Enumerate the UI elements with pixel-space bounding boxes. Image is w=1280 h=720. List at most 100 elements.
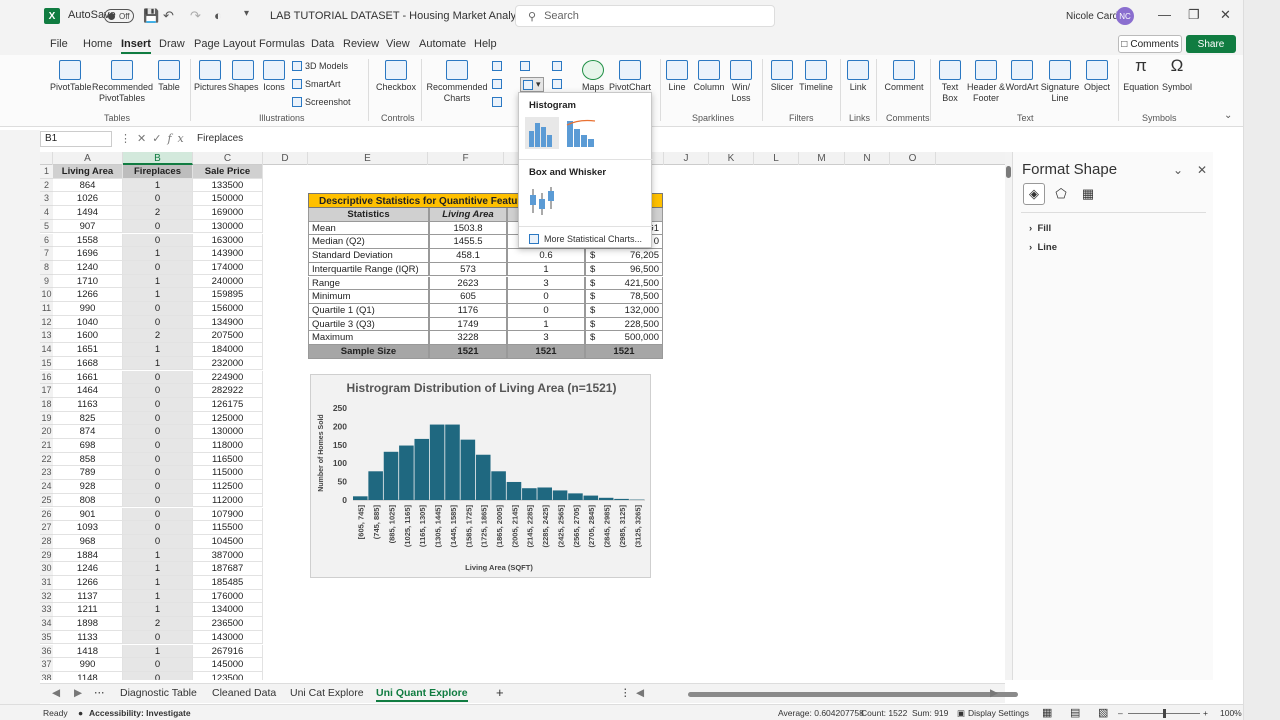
row-header[interactable]: 23 xyxy=(40,466,53,481)
line-section[interactable]: › Line xyxy=(1029,242,1057,253)
combo-chart-button[interactable] xyxy=(552,79,562,89)
column-header[interactable]: M xyxy=(799,152,845,165)
column-header[interactable]: A xyxy=(53,152,123,165)
table-cell[interactable]: 116500 xyxy=(193,452,263,467)
pareto-option-icon[interactable] xyxy=(563,117,597,149)
row-header[interactable]: 9 xyxy=(40,274,53,289)
table-cell[interactable]: 2 xyxy=(123,617,193,631)
table-cell[interactable]: 134000 xyxy=(193,603,263,618)
pivotchart-button[interactable]: PivotChart xyxy=(608,60,652,93)
zoom-level[interactable]: 100% xyxy=(1220,708,1242,718)
column-header[interactable]: B xyxy=(123,152,193,165)
table-cell[interactable]: 789 xyxy=(53,466,123,481)
table-cell[interactable]: 1 xyxy=(123,288,193,302)
normal-view-icon[interactable]: ▦ xyxy=(1042,706,1052,719)
table-cell[interactable]: 0 xyxy=(123,466,193,481)
table-cell[interactable]: 1668 xyxy=(53,356,123,371)
column-header[interactable]: K xyxy=(709,152,754,165)
tab-view[interactable]: View xyxy=(386,38,410,50)
scroll-left-icon[interactable]: ◀ xyxy=(636,687,644,699)
table-cell[interactable]: 858 xyxy=(53,452,123,467)
status-count[interactable]: Count: 1522 xyxy=(861,708,907,718)
table-cell[interactable]: 1898 xyxy=(53,617,123,631)
table-cell[interactable]: 0 xyxy=(123,658,193,672)
stats-cell[interactable]: 3 xyxy=(507,331,585,345)
table-cell[interactable]: 187687 xyxy=(193,562,263,576)
table-cell[interactable]: 1 xyxy=(123,576,193,590)
histogram-bar[interactable] xyxy=(506,481,522,500)
table-cell[interactable]: 236500 xyxy=(193,617,263,631)
redo-icon[interactable]: ↷ xyxy=(190,8,201,24)
table-cell[interactable]: 104500 xyxy=(193,534,263,549)
table-cell[interactable]: 0 xyxy=(123,480,193,494)
select-all-corner[interactable] xyxy=(40,152,53,165)
row-header[interactable]: 10 xyxy=(40,288,53,302)
row-header[interactable]: 4 xyxy=(40,206,53,220)
save-icon[interactable]: 💾 xyxy=(143,8,159,24)
pivottable-button[interactable]: PivotTable xyxy=(50,60,92,93)
table-cell[interactable]: 968 xyxy=(53,534,123,549)
table-cell[interactable]: 1 xyxy=(123,343,193,357)
stats-cell[interactable]: 0 xyxy=(507,303,585,318)
table-cell[interactable]: 0 xyxy=(123,507,193,522)
histogram-bar[interactable] xyxy=(429,424,445,500)
formula-input[interactable]: Fireplaces xyxy=(197,133,243,144)
sparkline-column-button[interactable]: Column xyxy=(692,60,726,93)
histogram-bar[interactable] xyxy=(460,439,476,500)
table-cell[interactable]: 130000 xyxy=(193,219,263,234)
stats-cell[interactable]: $500,000 xyxy=(585,331,663,345)
table-cell[interactable]: 0 xyxy=(123,411,193,426)
symbol-button[interactable]: Ω Symbol xyxy=(1160,57,1194,93)
row-header[interactable]: 26 xyxy=(40,507,53,522)
equation-button[interactable]: π Equation xyxy=(1122,57,1160,93)
table-cell[interactable]: 1 xyxy=(123,589,193,604)
table-cell[interactable]: 928 xyxy=(53,480,123,494)
avatar[interactable]: NC xyxy=(1116,7,1134,25)
effects-tab-icon[interactable]: ⬠ xyxy=(1050,183,1072,205)
row-header[interactable]: 1 xyxy=(40,165,53,179)
table-cell[interactable]: 1 xyxy=(123,603,193,618)
table-cell[interactable]: 1464 xyxy=(53,384,123,398)
stats-cell[interactable]: Statistics xyxy=(308,208,429,222)
table-cell[interactable]: 864 xyxy=(53,178,123,193)
row-header[interactable]: 27 xyxy=(40,521,53,535)
undo-icon[interactable]: ↶ xyxy=(163,8,174,24)
pictures-button[interactable]: Pictures xyxy=(194,60,227,93)
tab-automate[interactable]: Automate xyxy=(419,38,466,50)
table-cell[interactable]: 1240 xyxy=(53,260,123,275)
table-cell[interactable]: 0 xyxy=(123,452,193,467)
table-cell[interactable]: 115500 xyxy=(193,521,263,535)
table-cell[interactable]: 1494 xyxy=(53,206,123,220)
table-cell[interactable]: 698 xyxy=(53,439,123,453)
table-cell[interactable]: 1246 xyxy=(53,562,123,576)
scroll-thumb[interactable] xyxy=(1006,166,1011,178)
column-header[interactable]: F xyxy=(428,152,504,165)
table-cell[interactable]: 130000 xyxy=(193,425,263,439)
row-header[interactable]: 29 xyxy=(40,548,53,563)
prev-sheet-icon[interactable]: ◀ xyxy=(52,687,60,699)
autosave-toggle[interactable]: Off xyxy=(104,9,134,23)
stats-cell[interactable]: $132,000 xyxy=(585,303,663,318)
zoom-in-icon[interactable]: + xyxy=(1203,708,1208,718)
stats-cell[interactable]: $96,500 xyxy=(585,262,663,277)
tab-formulas[interactable]: Formulas xyxy=(259,38,305,50)
row-header[interactable]: 24 xyxy=(40,480,53,494)
row-header[interactable]: 16 xyxy=(40,370,53,385)
tab-review[interactable]: Review xyxy=(343,38,379,50)
tab-split-icon[interactable]: ⋮ xyxy=(620,687,631,699)
table-cell[interactable]: 0 xyxy=(123,630,193,645)
table-cell[interactable]: 0 xyxy=(123,439,193,453)
row-header[interactable]: 7 xyxy=(40,247,53,261)
table-cell[interactable]: 1133 xyxy=(53,630,123,645)
stats-cell[interactable]: Mean xyxy=(308,221,429,236)
vertical-scrollbar[interactable] xyxy=(1005,152,1012,680)
table-cell[interactable]: 176000 xyxy=(193,589,263,604)
histogram-bar[interactable] xyxy=(568,493,583,500)
table-cell[interactable]: 282922 xyxy=(193,384,263,398)
column-header[interactable]: D xyxy=(263,152,308,165)
row-header[interactable]: 2 xyxy=(40,178,53,193)
fill-section[interactable]: › Fill xyxy=(1029,223,1051,234)
histogram-bar[interactable] xyxy=(552,490,568,500)
table-cell[interactable]: 1418 xyxy=(53,644,123,659)
histogram-bar[interactable] xyxy=(368,471,383,500)
